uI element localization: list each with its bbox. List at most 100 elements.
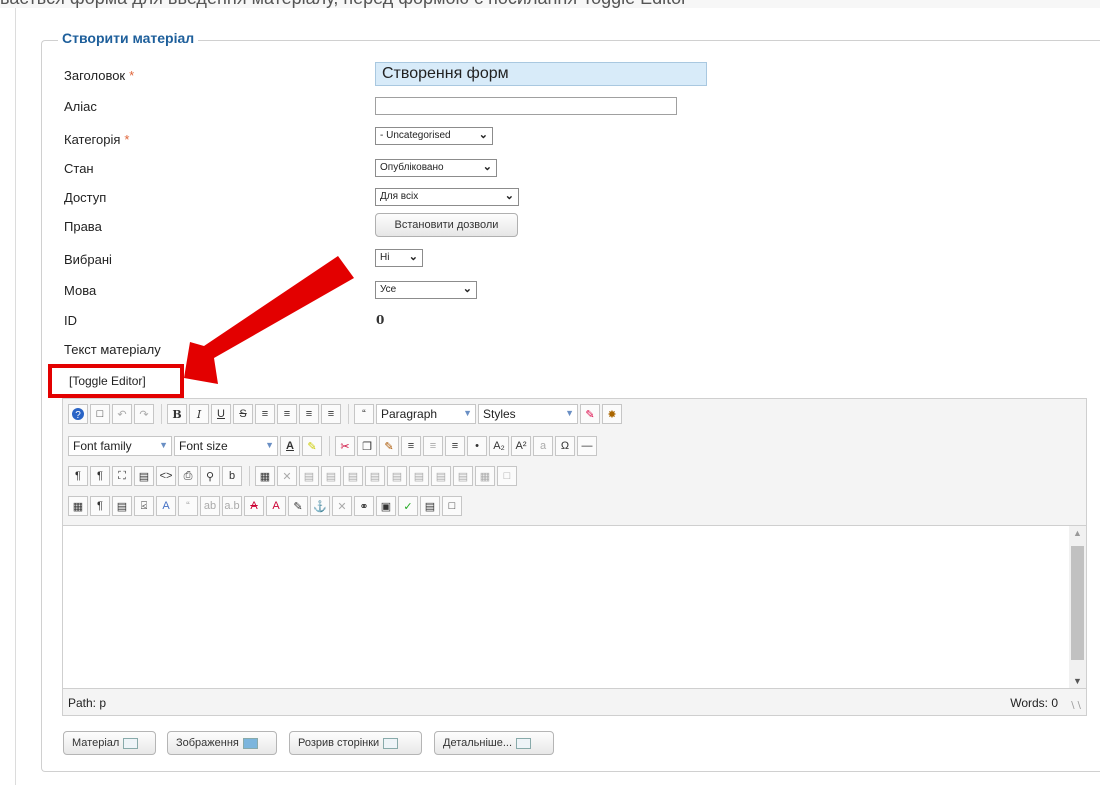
row-before-icon[interactable]: ▤ — [343, 466, 363, 486]
svg-text:?: ? — [75, 410, 81, 421]
insert-article-button[interactable]: Матеріал — [63, 731, 156, 755]
cleanup-broom-icon[interactable]: ✸ — [602, 404, 622, 424]
dropdown-arrow-icon: ▼ — [565, 408, 574, 418]
styles-select-value: Styles — [483, 407, 516, 421]
styles-select[interactable]: Styles ▼ — [478, 404, 578, 424]
subscript-icon[interactable]: A₂ — [489, 436, 509, 456]
paste-icon[interactable]: ✎ — [379, 436, 399, 456]
page-break-icon[interactable]: ▤ — [420, 496, 440, 516]
horizontal-rule-icon[interactable]: — — [577, 436, 597, 456]
delete-mark-icon[interactable]: A — [244, 496, 264, 516]
copy-icon[interactable]: ❐ — [357, 436, 377, 456]
scroll-down-icon[interactable]: ▼ — [1073, 676, 1082, 686]
special-character-icon[interactable]: Ω — [555, 436, 575, 456]
eraser-icon[interactable]: ✎ — [580, 404, 600, 424]
bullet-list-icon[interactable]: • — [467, 436, 487, 456]
toolbar-row-1: ? □ ↶ ↷ B I U S ≡ ≡ ≡ ≡ “ Paragraph ▼ Sty… — [68, 403, 624, 425]
insert-image-icon[interactable]: ▣ — [376, 496, 396, 516]
col-before-icon[interactable]: ▤ — [409, 466, 429, 486]
font-family-select[interactable]: Font family ▼ — [68, 436, 172, 456]
preview-icon[interactable]: ▤ — [134, 466, 154, 486]
editor-content-area[interactable]: ▲ ▼ — [63, 525, 1086, 689]
image-icon — [242, 737, 258, 749]
delete-table-icon[interactable]: ✕ — [277, 466, 297, 486]
page-break-button[interactable]: Розрив сторінки — [289, 731, 422, 755]
visual-aid-icon[interactable]: ▦ — [68, 496, 88, 516]
anchor-icon[interactable]: ⚓ — [310, 496, 330, 516]
html-source-icon[interactable]: <> — [156, 466, 176, 486]
insert-image-label: Зображення — [176, 737, 239, 749]
toolbar-separator — [348, 404, 349, 424]
spellcheck-icon[interactable]: ✓ — [398, 496, 418, 516]
styleprops-icon[interactable]: A — [156, 496, 176, 516]
format-select[interactable]: Paragraph ▼ — [376, 404, 476, 424]
align-center-icon[interactable]: ≡ — [277, 404, 297, 424]
editor-scrollbar[interactable]: ▲ ▼ — [1069, 526, 1086, 688]
abbr-icon[interactable]: ab — [200, 496, 220, 516]
rich-text-editor: ? □ ↶ ↷ B I U S ≡ ≡ ≡ ≡ “ Paragraph ▼ Sty… — [62, 398, 1087, 716]
fullscreen-icon[interactable]: ⛶ — [112, 466, 132, 486]
delete-col-icon[interactable]: ▤ — [453, 466, 473, 486]
insert-image-button[interactable]: Зображення — [167, 731, 277, 755]
dropdown-arrow-icon: ▼ — [463, 408, 472, 418]
font-family-select-value: Font family — [73, 439, 132, 453]
underline-icon[interactable]: U — [211, 404, 231, 424]
cite-icon[interactable]: “ — [178, 496, 198, 516]
visual-chars-icon[interactable]: b — [222, 466, 242, 486]
toolbar-separator — [249, 466, 250, 486]
print-icon[interactable]: ⎙ — [178, 466, 198, 486]
unlink-icon[interactable]: ✕ — [332, 496, 352, 516]
cell-props-icon[interactable]: ▤ — [321, 466, 341, 486]
scroll-up-icon[interactable]: ▲ — [1073, 528, 1082, 538]
insert-mark-icon[interactable]: A — [266, 496, 286, 516]
delete-row-icon[interactable]: ▤ — [387, 466, 407, 486]
merge-cells-icon[interactable]: □ — [497, 466, 517, 486]
superscript-icon[interactable]: A² — [511, 436, 531, 456]
link-icon[interactable]: ⚭ — [354, 496, 374, 516]
rtl-direction-icon[interactable]: ¶ — [90, 466, 110, 486]
cut-icon[interactable]: ✂ — [335, 436, 355, 456]
pilcrow-icon[interactable]: ¶ — [90, 496, 110, 516]
undo-icon[interactable]: ↶ — [112, 404, 132, 424]
font-size-select-value: Font size — [179, 439, 228, 453]
page-break-label: Розрив сторінки — [298, 737, 380, 749]
charmap-disabled-icon[interactable]: a — [533, 436, 553, 456]
align-justify-icon[interactable]: ≡ — [321, 404, 341, 424]
blockquote-icon[interactable]: “ — [354, 404, 374, 424]
resize-grip-icon[interactable]: ∖∖ — [1069, 701, 1082, 712]
align-right-icon[interactable]: ≡ — [299, 404, 319, 424]
attributes-icon[interactable]: ✎ — [288, 496, 308, 516]
insert-article-label: Матеріал — [72, 737, 120, 749]
highlight-color-icon[interactable]: ✎ — [302, 436, 322, 456]
row-props-icon[interactable]: ▤ — [299, 466, 319, 486]
template-icon[interactable]: ▤ — [112, 496, 132, 516]
redo-icon[interactable]: ↷ — [134, 404, 154, 424]
help-icon[interactable]: ? — [68, 404, 88, 424]
acronym-icon[interactable]: a.b — [222, 496, 242, 516]
split-cells-icon[interactable]: ▦ — [475, 466, 495, 486]
italic-icon[interactable]: I — [189, 404, 209, 424]
toolbar-separator — [329, 436, 330, 456]
layer-icon[interactable]: □ — [442, 496, 462, 516]
col-after-icon[interactable]: ▤ — [431, 466, 451, 486]
nonbreaking-icon[interactable]: ⍃ — [134, 496, 154, 516]
paste-text-icon[interactable]: ≡ — [401, 436, 421, 456]
ltr-direction-icon[interactable]: ¶ — [68, 466, 88, 486]
toolbar-row-3: ¶ ¶ ⛶ ▤ <> ⎙ ⚲ b ▦ ✕ ▤ ▤ ▤ ▤ ▤ ▤ ▤ ▤ ▦ □ — [68, 465, 519, 487]
strikethrough-icon[interactable]: S — [233, 404, 253, 424]
bold-icon[interactable]: B — [167, 404, 187, 424]
dropdown-arrow-icon: ▼ — [265, 440, 274, 450]
row-after-icon[interactable]: ▤ — [365, 466, 385, 486]
insert-table-icon[interactable]: ▦ — [255, 466, 275, 486]
toggle-editor-link[interactable]: [Toggle Editor] — [69, 374, 146, 388]
new-document-icon[interactable]: □ — [90, 404, 110, 424]
search-replace-icon[interactable]: ⚲ — [200, 466, 220, 486]
scrollbar-thumb[interactable] — [1071, 546, 1084, 660]
text-color-icon[interactable]: A — [280, 436, 300, 456]
read-more-icon — [516, 737, 532, 749]
align-left-icon[interactable]: ≡ — [255, 404, 275, 424]
paste-word-icon[interactable]: ≡ — [423, 436, 443, 456]
read-more-button[interactable]: Детальніше... — [434, 731, 554, 755]
numbered-list-icon[interactable]: ≡ — [445, 436, 465, 456]
font-size-select[interactable]: Font size ▼ — [174, 436, 278, 456]
